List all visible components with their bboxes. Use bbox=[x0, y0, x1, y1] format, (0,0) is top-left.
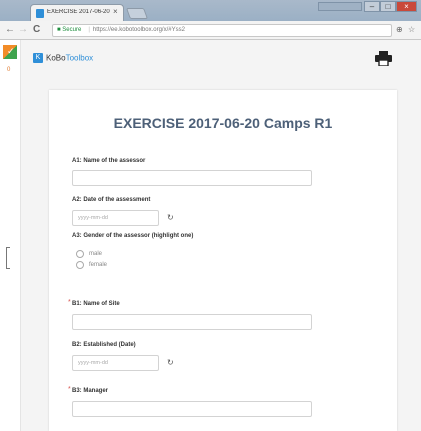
required-mark: * bbox=[68, 386, 71, 393]
forward-icon[interactable]: → bbox=[18, 24, 28, 35]
zoom-icon[interactable]: ⊕ bbox=[396, 25, 403, 34]
print-icon[interactable] bbox=[375, 51, 392, 66]
tab-strip: EXERCISE 2017-06-20 Ca × – □ × bbox=[0, 0, 421, 21]
site-name-input[interactable] bbox=[72, 314, 312, 330]
app-badge-icon[interactable]: ✓ bbox=[3, 45, 17, 59]
form-title: EXERCISE 2017-06-20 Camps R1 bbox=[113, 115, 333, 131]
bracket-mark bbox=[6, 247, 10, 269]
radio-button[interactable] bbox=[76, 250, 84, 258]
form-card: EXERCISE 2017-06-20 Camps R1 A1: Name of… bbox=[49, 90, 397, 431]
question-label: A2: Date of the assessment bbox=[72, 197, 151, 203]
new-tab-button[interactable] bbox=[125, 8, 149, 19]
question-label: B1: Name of Site bbox=[72, 301, 120, 307]
back-icon[interactable]: ← bbox=[5, 24, 15, 35]
lock-icon: ■ bbox=[57, 27, 61, 33]
url-text: https://ee.kobotoolbox.org/x/#Yss2 bbox=[92, 27, 185, 33]
bookmark-star-icon[interactable]: ☆ bbox=[408, 25, 415, 34]
question-a3: A3: Gender of the assessor (highlight on… bbox=[72, 233, 194, 269]
radio-button[interactable] bbox=[76, 261, 84, 269]
window-user-badge bbox=[318, 2, 362, 11]
app-sidebar: ✓ 0 bbox=[0, 40, 21, 431]
question-b3: * B3: Manager bbox=[68, 386, 312, 417]
question-b1: * B1: Name of Site bbox=[68, 299, 312, 330]
kobo-logo[interactable]: K KoBoToolbox bbox=[33, 53, 93, 63]
assessor-name-input[interactable] bbox=[72, 170, 312, 186]
app-header: K KoBoToolbox bbox=[21, 40, 421, 78]
required-mark: * bbox=[68, 299, 71, 306]
radio-option-male[interactable]: male bbox=[76, 250, 102, 258]
refresh-icon[interactable]: ↻ bbox=[167, 358, 174, 367]
app-counter: 0 bbox=[7, 67, 11, 73]
question-label: A1: Name of the assessor bbox=[72, 158, 146, 164]
maximize-button[interactable]: □ bbox=[380, 1, 396, 12]
question-label: A3: Gender of the assessor (highlight on… bbox=[72, 233, 194, 239]
close-window-button[interactable]: × bbox=[396, 1, 417, 12]
question-a2: A2: Date of the assessment yyyy-mm-dd ↻ bbox=[72, 197, 174, 226]
browser-toolbar: ← → C ■ Secure | https://ee.kobotoolbox.or… bbox=[0, 21, 421, 40]
tab-title: EXERCISE 2017-06-20 Ca bbox=[47, 9, 111, 15]
assessment-date-input[interactable]: yyyy-mm-dd bbox=[72, 210, 159, 226]
browser-chrome: EXERCISE 2017-06-20 Ca × – □ × ← → C ■ S… bbox=[0, 0, 421, 40]
radio-option-female[interactable]: female bbox=[76, 261, 107, 269]
minimize-button[interactable]: – bbox=[364, 1, 380, 12]
address-bar[interactable]: ■ Secure | https://ee.kobotoolbox.org/x/#Y… bbox=[52, 24, 392, 37]
question-label: B3: Manager bbox=[72, 388, 109, 394]
page: ✓ 0 K KoBoToolbox EXERCISE 2017-06-20 Cam… bbox=[0, 40, 421, 431]
established-date-input[interactable]: yyyy-mm-dd bbox=[72, 355, 159, 371]
reload-icon[interactable]: C bbox=[33, 24, 40, 35]
favicon-icon bbox=[36, 9, 44, 18]
tab-close-icon[interactable]: × bbox=[113, 7, 118, 16]
question-b2: B2: Established (Date) yyyy-mm-dd ↻ bbox=[72, 342, 174, 371]
refresh-icon[interactable]: ↻ bbox=[167, 213, 174, 222]
logo-icon: K bbox=[33, 53, 43, 63]
question-a1: A1: Name of the assessor bbox=[72, 158, 312, 186]
browser-tab[interactable]: EXERCISE 2017-06-20 Ca × bbox=[30, 4, 124, 21]
question-label: B2: Established (Date) bbox=[72, 342, 136, 348]
secure-label: Secure bbox=[62, 27, 82, 33]
manager-input[interactable] bbox=[72, 401, 312, 417]
